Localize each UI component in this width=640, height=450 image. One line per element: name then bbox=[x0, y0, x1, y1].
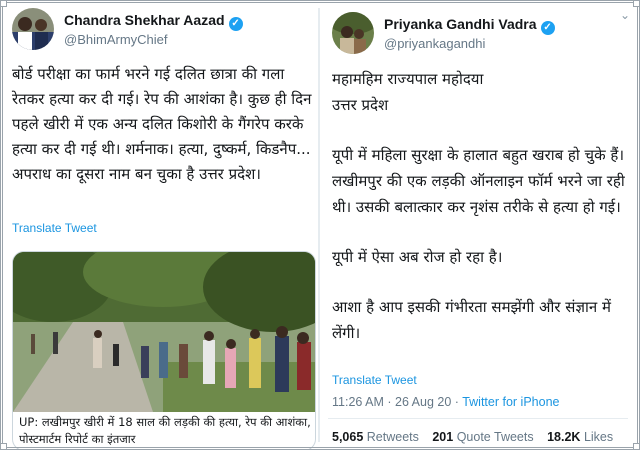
retweets-stat[interactable]: 5,065 Retweets bbox=[332, 430, 419, 444]
likes-stat[interactable]: 18.2K Likes bbox=[547, 430, 613, 444]
verified-badge-icon: ✓ bbox=[540, 21, 555, 35]
user-handle[interactable]: @priyankagandhi bbox=[384, 36, 485, 51]
display-name[interactable]: Chandra Shekhar Aazad ✓ bbox=[64, 12, 243, 31]
display-name[interactable]: Priyanka Gandhi Vadra ✓ bbox=[384, 16, 555, 35]
user-handle[interactable]: @BhimArmyChief bbox=[64, 32, 168, 47]
tweet-header: Priyanka Gandhi Vadra ✓ @priyankagandhi ⌄ bbox=[322, 4, 634, 56]
tweet-date[interactable]: 26 Aug 20 bbox=[395, 395, 451, 409]
frame-corner bbox=[0, 443, 7, 450]
card-image bbox=[13, 252, 315, 412]
tweet-priyanka-gandhi[interactable]: Priyanka Gandhi Vadra ✓ @priyankagandhi ⌄… bbox=[322, 4, 634, 446]
tweets-divider bbox=[318, 8, 320, 442]
tweet-line: उत्तर प्रदेश bbox=[332, 96, 389, 114]
tweet-text: महामहिम राज्यपाल महोदया उत्तर प्रदेश यूप… bbox=[332, 66, 630, 346]
tweet-chandra-shekhar[interactable]: Chandra Shekhar Aazad ✓ @BhimArmyChief बो… bbox=[6, 4, 316, 450]
tweet-spacer bbox=[332, 220, 630, 244]
frame-corner bbox=[633, 0, 640, 7]
translate-tweet-link[interactable]: Translate Tweet bbox=[12, 221, 97, 235]
tweet-line: आशा है आप इसकी गंभीरता समझेंगी और संज्ञा… bbox=[332, 298, 611, 342]
chevron-down-icon[interactable]: ⌄ bbox=[620, 8, 630, 22]
stats-divider bbox=[328, 418, 628, 419]
verified-badge-icon: ✓ bbox=[228, 17, 243, 31]
link-card[interactable]: UP: लखीमपुर खीरी में 18 साल की लड़की की … bbox=[12, 251, 316, 450]
frame-corner bbox=[0, 0, 7, 7]
tweet-spacer bbox=[332, 118, 630, 142]
tweet-line: महामहिम राज्यपाल महोदया bbox=[332, 70, 484, 88]
card-caption: UP: लखीमपुर खीरी में 18 साल की लड़की की … bbox=[19, 415, 311, 446]
tweet-timestamp: 11:26 AM · 26 Aug 20 · Twitter for iPhon… bbox=[332, 395, 560, 409]
tweet-line: यूपी में महिला सुरक्षा के हालात बहुत खरा… bbox=[332, 146, 625, 216]
translate-tweet-link[interactable]: Translate Tweet bbox=[332, 373, 417, 387]
frame-corner bbox=[633, 443, 640, 450]
tweet-time[interactable]: 11:26 AM bbox=[332, 395, 384, 409]
avatar[interactable] bbox=[12, 8, 54, 50]
tweet-stats: 5,065 Retweets 201 Quote Tweets 18.2K Li… bbox=[332, 430, 623, 444]
tweet-line: यूपी में ऐसा अब रोज हो रहा है। bbox=[332, 248, 503, 266]
tweet-source[interactable]: Twitter for iPhone bbox=[462, 395, 559, 409]
quote-tweets-stat[interactable]: 201 Quote Tweets bbox=[432, 430, 533, 444]
tweet-text: बोर्ड परीक्षा का फार्म भरने गई दलित छात्… bbox=[12, 65, 312, 183]
tweet-spacer bbox=[332, 270, 630, 294]
tweet-header: Chandra Shekhar Aazad ✓ @BhimArmyChief bbox=[6, 4, 316, 56]
avatar[interactable] bbox=[332, 12, 374, 54]
